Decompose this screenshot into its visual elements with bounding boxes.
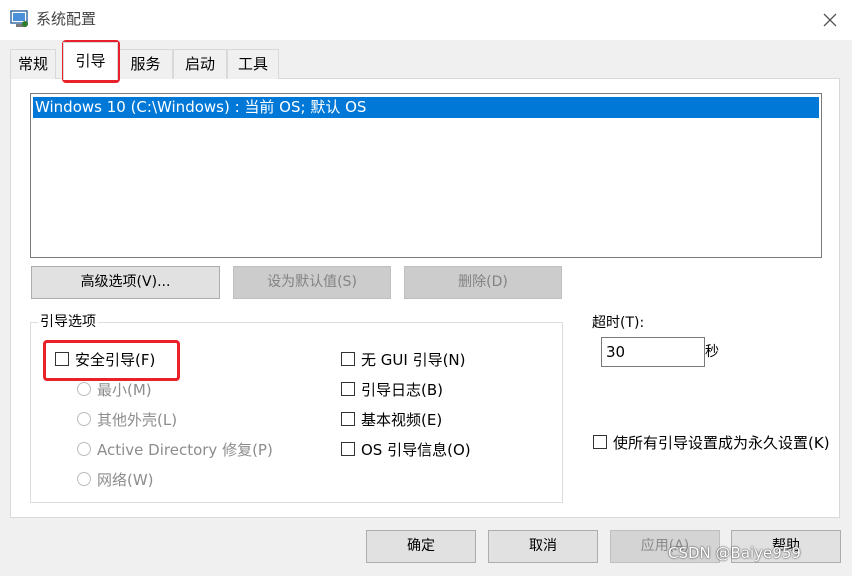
radio-label: 网络(W): [97, 470, 154, 489]
os-list-item[interactable]: Windows 10 (C:\Windows) : 当前 OS; 默认 OS: [33, 97, 819, 118]
timeout-label: 超时(T):: [592, 315, 645, 331]
permanent-settings-checkbox[interactable]: 使所有引导设置成为永久设置(K): [593, 432, 830, 452]
checkbox-label: OS 引导信息(O): [361, 440, 471, 459]
close-button[interactable]: [812, 4, 848, 36]
cancel-button[interactable]: 取消: [488, 530, 598, 563]
tab-boot[interactable]: 引导: [63, 42, 118, 80]
radio-minimal[interactable]: 最小(M): [77, 379, 152, 399]
radio-label: Active Directory 修复(P): [97, 440, 273, 459]
tab-tools[interactable]: 工具: [227, 49, 279, 79]
advanced-options-button[interactable]: 高级选项(V)...: [31, 266, 220, 299]
radio-label: 最小(M): [97, 380, 152, 399]
checkbox-label: 引导日志(B): [361, 380, 443, 399]
checkbox-label: 使所有引导设置成为永久设置(K): [613, 433, 830, 452]
highlight-safe-boot: [43, 340, 180, 381]
checkbox-box: [341, 442, 355, 456]
boot-log-checkbox[interactable]: 引导日志(B): [341, 379, 443, 399]
watermark: CSDN @Baiye959: [668, 544, 801, 562]
tab-services[interactable]: 服务: [118, 49, 173, 79]
window-title: 系统配置: [36, 10, 97, 28]
no-gui-boot-checkbox[interactable]: 无 GUI 引导(N): [341, 349, 466, 369]
base-video-checkbox[interactable]: 基本视频(E): [341, 409, 442, 429]
radio-circle: [77, 472, 91, 486]
timeout-unit: 秒: [705, 344, 719, 360]
radio-network[interactable]: 网络(W): [77, 469, 154, 489]
msconfig-icon: [10, 9, 30, 29]
tab-startup[interactable]: 启动: [173, 49, 227, 79]
title-bar: [0, 0, 852, 40]
radio-circle: [77, 382, 91, 396]
os-boot-info-checkbox[interactable]: OS 引导信息(O): [341, 439, 471, 459]
checkbox-box: [341, 352, 355, 366]
radio-alternate-shell[interactable]: 其他外壳(L): [77, 409, 177, 429]
radio-circle: [77, 412, 91, 426]
checkbox-box: [341, 412, 355, 426]
checkbox-box: [593, 435, 607, 449]
checkbox-box: [341, 382, 355, 396]
os-list[interactable]: Windows 10 (C:\Windows) : 当前 OS; 默认 OS: [30, 93, 822, 258]
boot-options-label: 引导选项: [38, 313, 98, 331]
checkbox-label: 无 GUI 引导(N): [361, 350, 466, 369]
tab-general[interactable]: 常规: [10, 49, 56, 79]
radio-label: 其他外壳(L): [97, 410, 178, 429]
set-default-button[interactable]: 设为默认值(S): [233, 266, 391, 299]
timeout-input[interactable]: 30: [601, 337, 705, 367]
checkbox-label: 基本视频(E): [361, 410, 443, 429]
radio-circle: [77, 442, 91, 456]
delete-button[interactable]: 删除(D): [404, 266, 562, 299]
radio-ad-repair[interactable]: Active Directory 修复(P): [77, 439, 273, 459]
close-icon: [823, 13, 837, 27]
ok-button[interactable]: 确定: [366, 530, 476, 563]
